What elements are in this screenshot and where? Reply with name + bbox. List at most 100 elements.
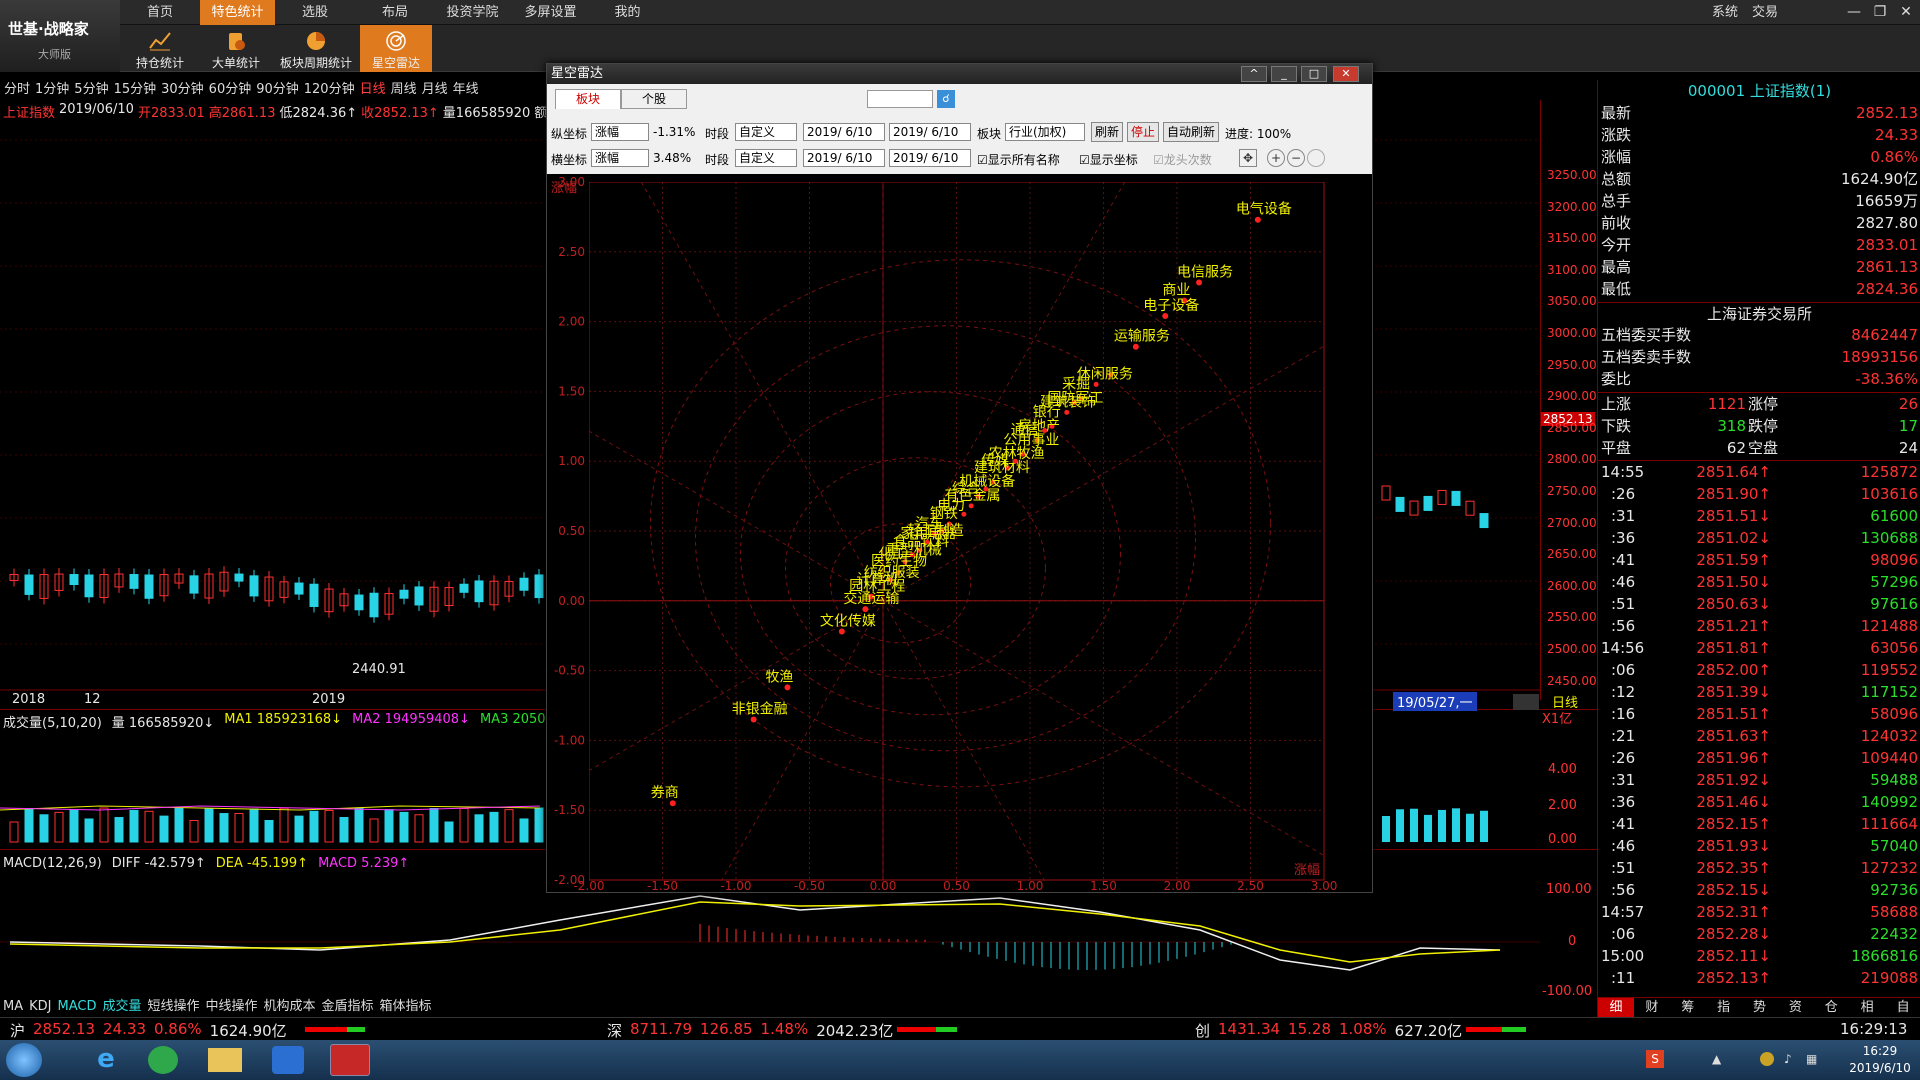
period-tab[interactable]: 分时: [4, 80, 30, 100]
cluster-point[interactable]: [1042, 427, 1048, 433]
menu-home[interactable]: 首页: [130, 0, 190, 25]
menu-stock-pick[interactable]: 选股: [285, 0, 345, 25]
quote-tab[interactable]: 自: [1885, 998, 1920, 1017]
period-tab[interactable]: 日线: [360, 80, 386, 100]
y-from-date[interactable]: 2019/ 6/10: [803, 123, 885, 141]
cluster-point[interactable]: [968, 503, 974, 509]
period-tab[interactable]: 周线: [391, 80, 417, 100]
status-sh[interactable]: 沪 2852.13 24.33 0.86% 1624.90亿: [10, 1020, 287, 1041]
x-period-select[interactable]: 自定义: [735, 149, 797, 167]
stop-button[interactable]: 停止: [1127, 122, 1159, 142]
menu-system[interactable]: 系统: [1712, 0, 1738, 25]
zoom-out-icon[interactable]: −: [1287, 149, 1305, 167]
tray-arrow-icon[interactable]: ▲: [1712, 1052, 1726, 1066]
radar-chart[interactable]: -2.00 -1.50 -1.00 -0.50 0.00 0.50 1.00 1.50 2.00…: [547, 174, 1372, 892]
quote-tab[interactable]: 仓: [1813, 998, 1849, 1017]
indicator-tab[interactable]: 金盾指标: [322, 998, 374, 1016]
cluster-point[interactable]: [983, 486, 989, 492]
block-select[interactable]: 行业(加权): [1005, 123, 1085, 141]
indicator-tab[interactable]: 中线操作: [205, 998, 257, 1016]
y-metric-select[interactable]: 涨幅: [591, 123, 649, 141]
status-sz[interactable]: 深 8711.79 126.85 1.48% 2042.23亿: [607, 1020, 893, 1041]
tray-network-icon[interactable]: ▦: [1806, 1052, 1820, 1066]
wps-icon[interactable]: [272, 1046, 304, 1074]
edition-label: 大师版: [38, 48, 71, 61]
tab-sector[interactable]: 板块: [555, 89, 621, 109]
tray-s-icon[interactable]: S: [1646, 1050, 1664, 1068]
tab-stock[interactable]: 个股: [621, 89, 687, 109]
x-to-date[interactable]: 2019/ 6/10: [889, 149, 971, 167]
period-tab[interactable]: 90分钟: [256, 80, 299, 100]
start-button[interactable]: [6, 1043, 42, 1077]
indicator-tab[interactable]: MA: [3, 998, 23, 1016]
minimize-icon[interactable]: —: [1842, 2, 1866, 22]
cluster-point[interactable]: [1093, 381, 1099, 387]
ie-icon[interactable]: e: [84, 1044, 128, 1076]
close-icon[interactable]: ✕: [1894, 2, 1918, 22]
stock-app-icon[interactable]: [330, 1044, 370, 1076]
tool-sector-cycle[interactable]: 板块周期统计: [272, 25, 360, 72]
dialog-minimize-icon[interactable]: _: [1271, 66, 1297, 82]
show-names-option[interactable]: ☑显示所有名称: [977, 151, 1060, 168]
search-input[interactable]: [867, 90, 933, 108]
cluster-point[interactable]: [1012, 458, 1018, 464]
tick-list[interactable]: 14:55 2851.64↑ 125872:26 2851.90↑ 103616:31 2…: [1598, 460, 1920, 987]
period-tab[interactable]: 月线: [422, 80, 448, 100]
checkbox-icon[interactable]: ☑: [1153, 153, 1164, 167]
dialog-collapse-icon[interactable]: ^: [1241, 66, 1267, 82]
search-icon[interactable]: ☌: [937, 90, 955, 108]
restore-icon[interactable]: ❐: [1868, 2, 1892, 22]
checkbox-icon[interactable]: ☑: [977, 153, 988, 167]
y-to-date[interactable]: 2019/ 6/10: [889, 123, 971, 141]
scroll-handle[interactable]: [1513, 694, 1539, 710]
zoom-in-icon[interactable]: +: [1267, 149, 1285, 167]
quote-tab[interactable]: 势: [1742, 998, 1778, 1017]
period-tab[interactable]: 30分钟: [161, 80, 204, 100]
x-from-date[interactable]: 2019/ 6/10: [803, 149, 885, 167]
quote-tab[interactable]: 指: [1706, 998, 1742, 1017]
indicator-tab[interactable]: 机构成本: [264, 998, 316, 1016]
y-period-select[interactable]: 自定义: [735, 123, 797, 141]
dialog-maximize-icon[interactable]: □: [1301, 66, 1327, 82]
menu-layout[interactable]: 布局: [365, 0, 425, 25]
quote-tab[interactable]: 相: [1849, 998, 1885, 1017]
menu-special-stats[interactable]: 特色统计: [200, 0, 275, 25]
show-axes-option[interactable]: ☑显示坐标: [1079, 151, 1138, 168]
quote-tab[interactable]: 筹: [1670, 998, 1706, 1017]
period-tab[interactable]: 年线: [453, 80, 479, 100]
auto-refresh-button[interactable]: 自动刷新: [1163, 122, 1219, 142]
quote-tab[interactable]: 资: [1777, 998, 1813, 1017]
x-metric-select[interactable]: 涨幅: [591, 149, 649, 167]
dragon-option[interactable]: ☑龙头次数: [1153, 151, 1212, 168]
cluster-point[interactable]: [1064, 409, 1070, 415]
indicator-tab[interactable]: 箱体指标: [380, 998, 432, 1016]
tool-star-radar[interactable]: 星空雷达: [360, 25, 432, 72]
indicator-tab[interactable]: 成交量: [102, 998, 141, 1016]
quote-tab[interactable]: 细: [1598, 998, 1634, 1017]
folder-icon[interactable]: [208, 1048, 242, 1072]
refresh-button[interactable]: 刷新: [1091, 122, 1123, 142]
dialog-close-icon[interactable]: ✕: [1333, 66, 1359, 82]
indicator-tab[interactable]: MACD: [57, 998, 96, 1016]
indicator-tab[interactable]: KDJ: [29, 998, 51, 1016]
menu-academy[interactable]: 投资学院: [440, 0, 505, 25]
menu-trade[interactable]: 交易: [1752, 0, 1778, 25]
period-tab[interactable]: 5分钟: [74, 80, 108, 100]
browser-icon[interactable]: [148, 1046, 178, 1074]
period-tab[interactable]: 15分钟: [114, 80, 157, 100]
tool-bigorder-stats[interactable]: 大单统计: [200, 25, 272, 72]
quote-tab[interactable]: 财: [1634, 998, 1670, 1017]
tray-qq-icon[interactable]: [1760, 1052, 1774, 1066]
reset-zoom-icon[interactable]: [1307, 149, 1325, 167]
menu-multiscreen[interactable]: 多屏设置: [518, 0, 583, 25]
checkbox-icon[interactable]: ☑: [1079, 153, 1090, 167]
move-icon[interactable]: ✥: [1239, 149, 1257, 167]
status-cy[interactable]: 创 1431.34 15.28 1.08% 627.20亿: [1195, 1020, 1462, 1041]
indicator-tab[interactable]: 短线操作: [147, 998, 199, 1016]
period-tab[interactable]: 120分钟: [304, 80, 355, 100]
tray-speaker-icon[interactable]: ♪: [1784, 1052, 1798, 1066]
period-tab[interactable]: 1分钟: [35, 80, 69, 100]
menu-mine[interactable]: 我的: [605, 0, 650, 25]
period-tab[interactable]: 60分钟: [209, 80, 252, 100]
tool-position-stats[interactable]: 持仓统计: [120, 25, 200, 72]
